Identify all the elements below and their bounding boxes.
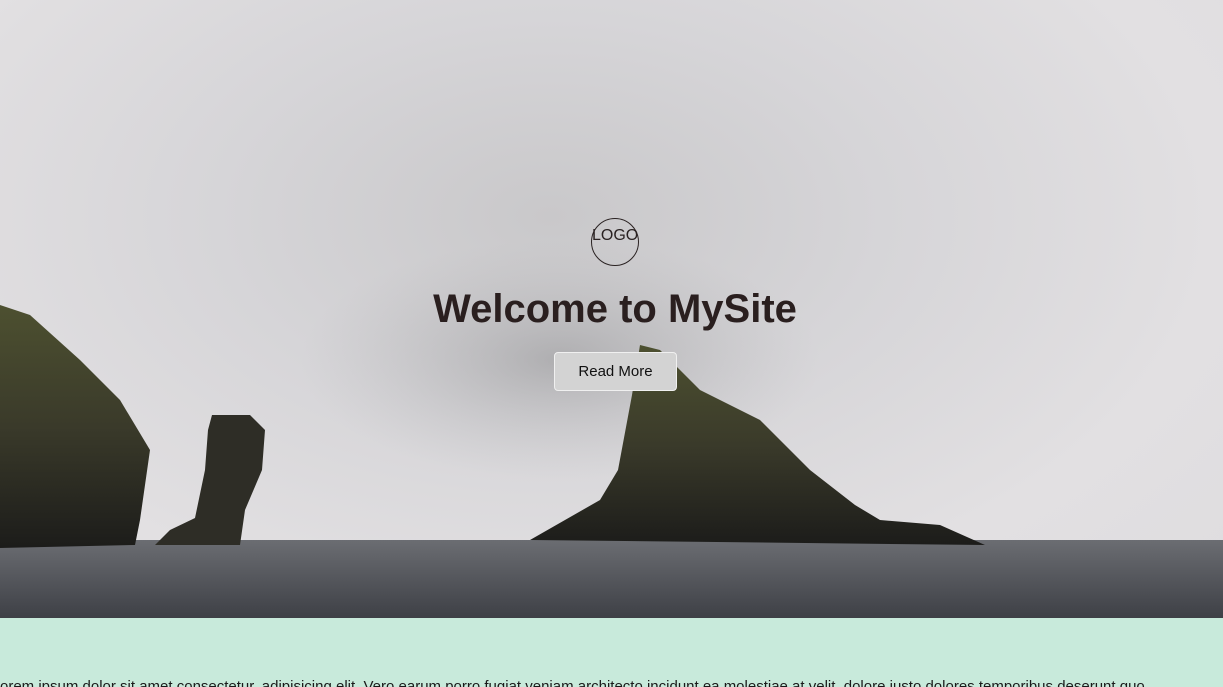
site-logo[interactable]: LOGO xyxy=(591,218,639,266)
read-more-button[interactable]: Read More xyxy=(554,352,677,391)
content-section: orem ipsum dolor sit amet consectetur, a… xyxy=(0,618,1223,687)
left-cliff xyxy=(0,305,150,548)
hero-title: Welcome to MySite xyxy=(433,287,797,331)
sea-stack xyxy=(155,415,265,545)
content-paragraph: orem ipsum dolor sit amet consectetur, a… xyxy=(0,678,1145,687)
hero-section: LOGO Welcome to MySite Read More xyxy=(0,0,1223,618)
